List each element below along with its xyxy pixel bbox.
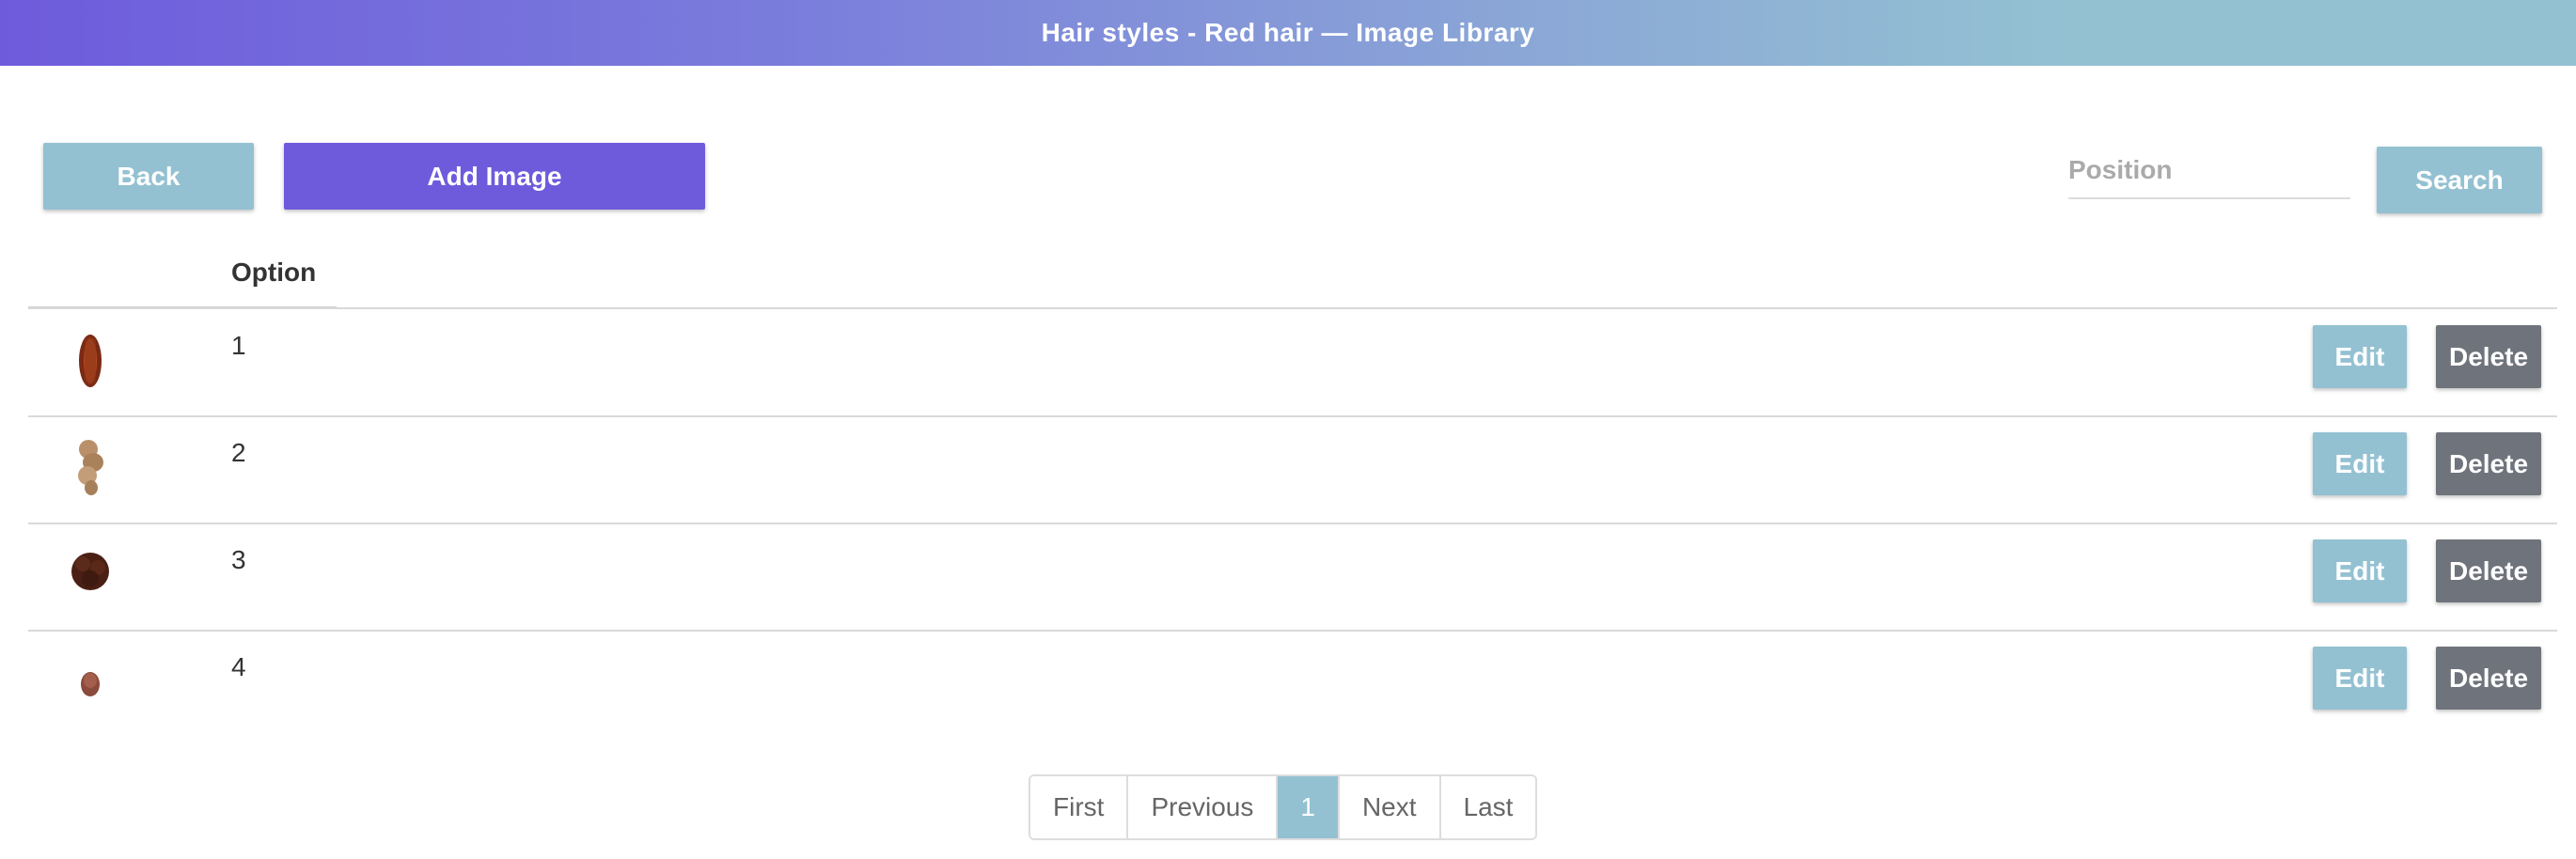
- delete-button[interactable]: Delete: [2436, 325, 2541, 388]
- table-row: 4 Edit Delete: [28, 632, 2557, 737]
- table-divider: [28, 307, 2557, 309]
- pagination-current-page[interactable]: 1: [1278, 776, 1340, 838]
- pagination-next[interactable]: Next: [1339, 776, 1441, 838]
- edit-button[interactable]: Edit: [2313, 325, 2407, 388]
- page-title: Hair styles - Red hair — Image Library: [1041, 18, 1535, 47]
- edit-button[interactable]: Edit: [2313, 539, 2407, 602]
- delete-button[interactable]: Delete: [2436, 647, 2541, 710]
- page-header: Hair styles - Red hair — Image Library: [0, 0, 2576, 66]
- edit-button[interactable]: Edit: [2313, 647, 2407, 710]
- row-option: 3: [231, 545, 246, 574]
- column-header-option: Option: [231, 258, 317, 287]
- row-option: 2: [231, 438, 246, 467]
- row-option: 1: [231, 331, 246, 360]
- hair-short-icon: [81, 672, 100, 696]
- pagination: First Previous 1 Next Last: [1029, 774, 1538, 840]
- edit-button[interactable]: Edit: [2313, 432, 2407, 495]
- row-option: 4: [231, 652, 246, 681]
- hair-afro-icon: [71, 553, 109, 590]
- pagination-first[interactable]: First: [1030, 776, 1129, 838]
- hair-long-straight-icon: [79, 335, 102, 387]
- hair-curly-blonde-icon: [78, 440, 103, 495]
- table-row: 2 Edit Delete: [28, 417, 2557, 523]
- table-row: 3 Edit Delete: [28, 524, 2557, 630]
- pagination-last[interactable]: Last: [1440, 776, 1536, 838]
- search-button[interactable]: Search: [2377, 147, 2542, 213]
- position-search-input[interactable]: [2068, 143, 2350, 199]
- delete-button[interactable]: Delete: [2436, 539, 2541, 602]
- table-row: 1 Edit Delete: [28, 310, 2557, 415]
- pagination-previous[interactable]: Previous: [1128, 776, 1279, 838]
- back-button[interactable]: Back: [43, 143, 254, 210]
- delete-button[interactable]: Delete: [2436, 432, 2541, 495]
- add-image-button[interactable]: Add Image: [284, 143, 705, 210]
